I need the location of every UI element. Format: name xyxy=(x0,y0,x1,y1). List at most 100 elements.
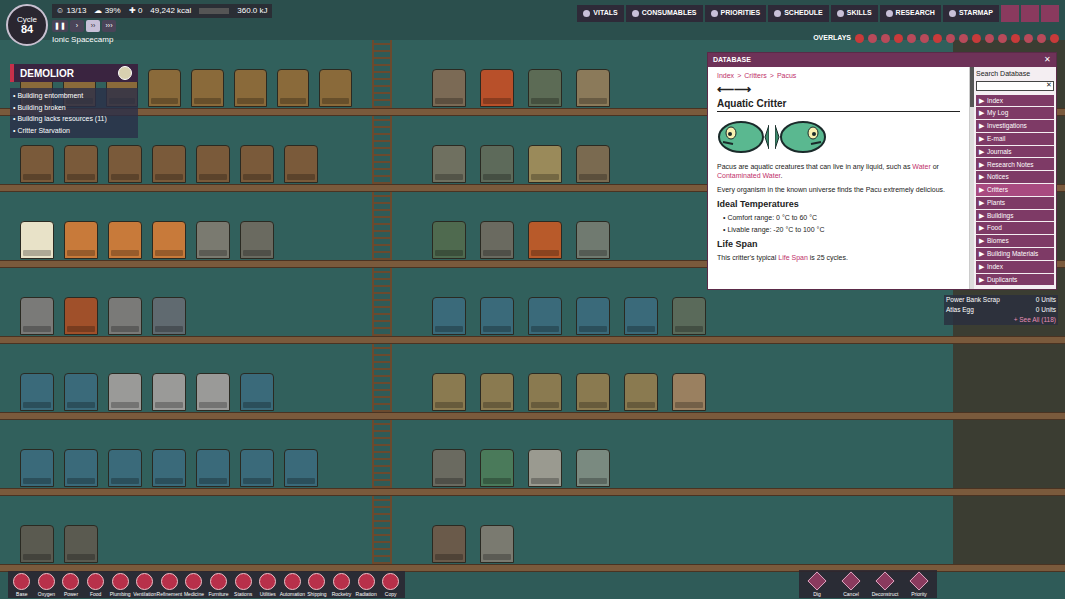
category-button[interactable]: ▶Plants xyxy=(976,197,1054,209)
build-category[interactable]: Food xyxy=(84,573,108,598)
category-button[interactable]: ▶Index xyxy=(976,261,1054,273)
machine[interactable] xyxy=(64,449,98,487)
category-button[interactable]: ▶My Log xyxy=(976,107,1054,119)
alert-banner[interactable]: DEMOLIOR xyxy=(10,64,138,82)
resource-row[interactable]: Power Bank Scrap0 Units xyxy=(946,295,1056,305)
machine[interactable] xyxy=(432,297,466,335)
top-menu-button[interactable]: CONSUMABLES xyxy=(626,5,703,22)
overlay-icon[interactable] xyxy=(1050,34,1059,43)
category-button[interactable]: ▶Duplicants xyxy=(976,274,1054,286)
speed-button[interactable]: › xyxy=(70,20,84,32)
ladder[interactable] xyxy=(372,192,392,260)
floor-tile[interactable] xyxy=(0,488,1065,496)
cycle-clock[interactable]: Cycle84 xyxy=(6,4,48,46)
calories[interactable]: 49,242 kcal xyxy=(150,5,191,17)
machine[interactable] xyxy=(152,373,186,411)
machine[interactable] xyxy=(196,221,230,259)
tool-button[interactable]: Dig xyxy=(802,572,832,598)
machine[interactable] xyxy=(20,145,54,183)
machine[interactable] xyxy=(284,449,318,487)
machine[interactable] xyxy=(624,373,658,411)
close-button[interactable]: ✕ xyxy=(1044,54,1051,66)
machine[interactable] xyxy=(528,69,562,107)
machine[interactable] xyxy=(20,525,54,563)
machine[interactable] xyxy=(528,297,562,335)
machine[interactable] xyxy=(152,297,186,335)
machine[interactable] xyxy=(576,145,610,183)
ladder[interactable] xyxy=(372,268,392,336)
machine[interactable] xyxy=(480,221,514,259)
overlay-icon[interactable] xyxy=(1037,34,1046,43)
build-category[interactable]: Plumbing xyxy=(108,573,132,598)
machine[interactable] xyxy=(480,145,514,183)
machine[interactable] xyxy=(432,221,466,259)
machine[interactable] xyxy=(432,145,466,183)
machine[interactable] xyxy=(64,221,98,259)
category-button[interactable]: ▶Biomes xyxy=(976,235,1054,247)
notification[interactable]: • Critter Starvation xyxy=(10,125,132,137)
machine[interactable] xyxy=(152,145,186,183)
floor-tile[interactable] xyxy=(0,336,1065,344)
machine[interactable] xyxy=(672,373,706,411)
machine[interactable] xyxy=(20,297,54,335)
tool-button[interactable]: Deconstruct xyxy=(870,572,900,598)
overlay-icon[interactable] xyxy=(907,34,916,43)
machine[interactable] xyxy=(624,297,658,335)
speed-button[interactable]: ›› xyxy=(86,20,100,32)
tool-button[interactable]: Cancel xyxy=(836,572,866,598)
overlay-icon[interactable] xyxy=(933,34,942,43)
machine[interactable] xyxy=(152,221,186,259)
machine[interactable] xyxy=(196,373,230,411)
overlay-icon[interactable] xyxy=(998,34,1007,43)
machine[interactable] xyxy=(319,69,352,107)
ladder[interactable] xyxy=(372,420,392,488)
build-category[interactable]: Shipping xyxy=(305,573,329,598)
overlay-icon[interactable] xyxy=(881,34,890,43)
machine[interactable] xyxy=(432,373,466,411)
machine[interactable] xyxy=(432,525,466,563)
machine[interactable] xyxy=(64,145,98,183)
machine[interactable] xyxy=(480,373,514,411)
category-button[interactable]: ▶Buildings xyxy=(976,210,1054,222)
build-category[interactable]: Radiation xyxy=(354,573,378,598)
machine[interactable] xyxy=(576,221,610,259)
speed-button[interactable]: ❚❚ xyxy=(52,20,68,32)
overlay-icon[interactable] xyxy=(920,34,929,43)
top-menu-button[interactable]: SKILLS xyxy=(831,5,878,22)
machine[interactable] xyxy=(20,221,54,259)
tool-button[interactable]: Priority xyxy=(904,572,934,598)
overlay-icon[interactable] xyxy=(1011,34,1020,43)
machine[interactable] xyxy=(284,145,318,183)
build-category[interactable]: Rocketry xyxy=(330,573,354,598)
machine[interactable] xyxy=(108,373,142,411)
speed-button[interactable]: ››› xyxy=(102,20,116,32)
category-button[interactable]: ▶Notices xyxy=(976,171,1054,183)
top-menu-button[interactable]: RESEARCH xyxy=(880,5,941,22)
machine[interactable] xyxy=(528,221,562,259)
build-category[interactable]: Refinement xyxy=(158,573,182,598)
search-field[interactable]: ✕ xyxy=(976,81,1054,91)
build-category[interactable]: Copy xyxy=(379,573,403,598)
overlay-icon[interactable] xyxy=(855,34,864,43)
machine[interactable] xyxy=(576,69,610,107)
gear-icon[interactable] xyxy=(1041,5,1059,22)
ladder[interactable] xyxy=(372,116,392,184)
stress-level[interactable]: ☁ 39% xyxy=(94,5,120,17)
machine[interactable] xyxy=(528,373,562,411)
machine[interactable] xyxy=(191,69,224,107)
machine[interactable] xyxy=(148,69,181,107)
breadcrumb-link[interactable]: Index xyxy=(717,71,734,80)
category-button[interactable]: ▶Food xyxy=(976,222,1054,234)
top-menu-button[interactable]: SCHEDULE xyxy=(768,5,829,22)
machine[interactable] xyxy=(480,297,514,335)
database-window[interactable]: DATABASE✕Index>Critters>Pacus⟵⟶Aquatic C… xyxy=(707,52,1057,290)
category-button[interactable]: ▶Journals xyxy=(976,146,1054,158)
machine[interactable] xyxy=(576,373,610,411)
machine[interactable] xyxy=(234,69,267,107)
machine[interactable] xyxy=(576,297,610,335)
notification[interactable]: • Building lacks resources (11) xyxy=(10,113,132,125)
overlay-icon[interactable] xyxy=(972,34,981,43)
breadcrumb-link[interactable]: Critters xyxy=(744,71,767,80)
build-category[interactable]: Oxygen xyxy=(35,573,59,598)
machine[interactable] xyxy=(576,449,610,487)
